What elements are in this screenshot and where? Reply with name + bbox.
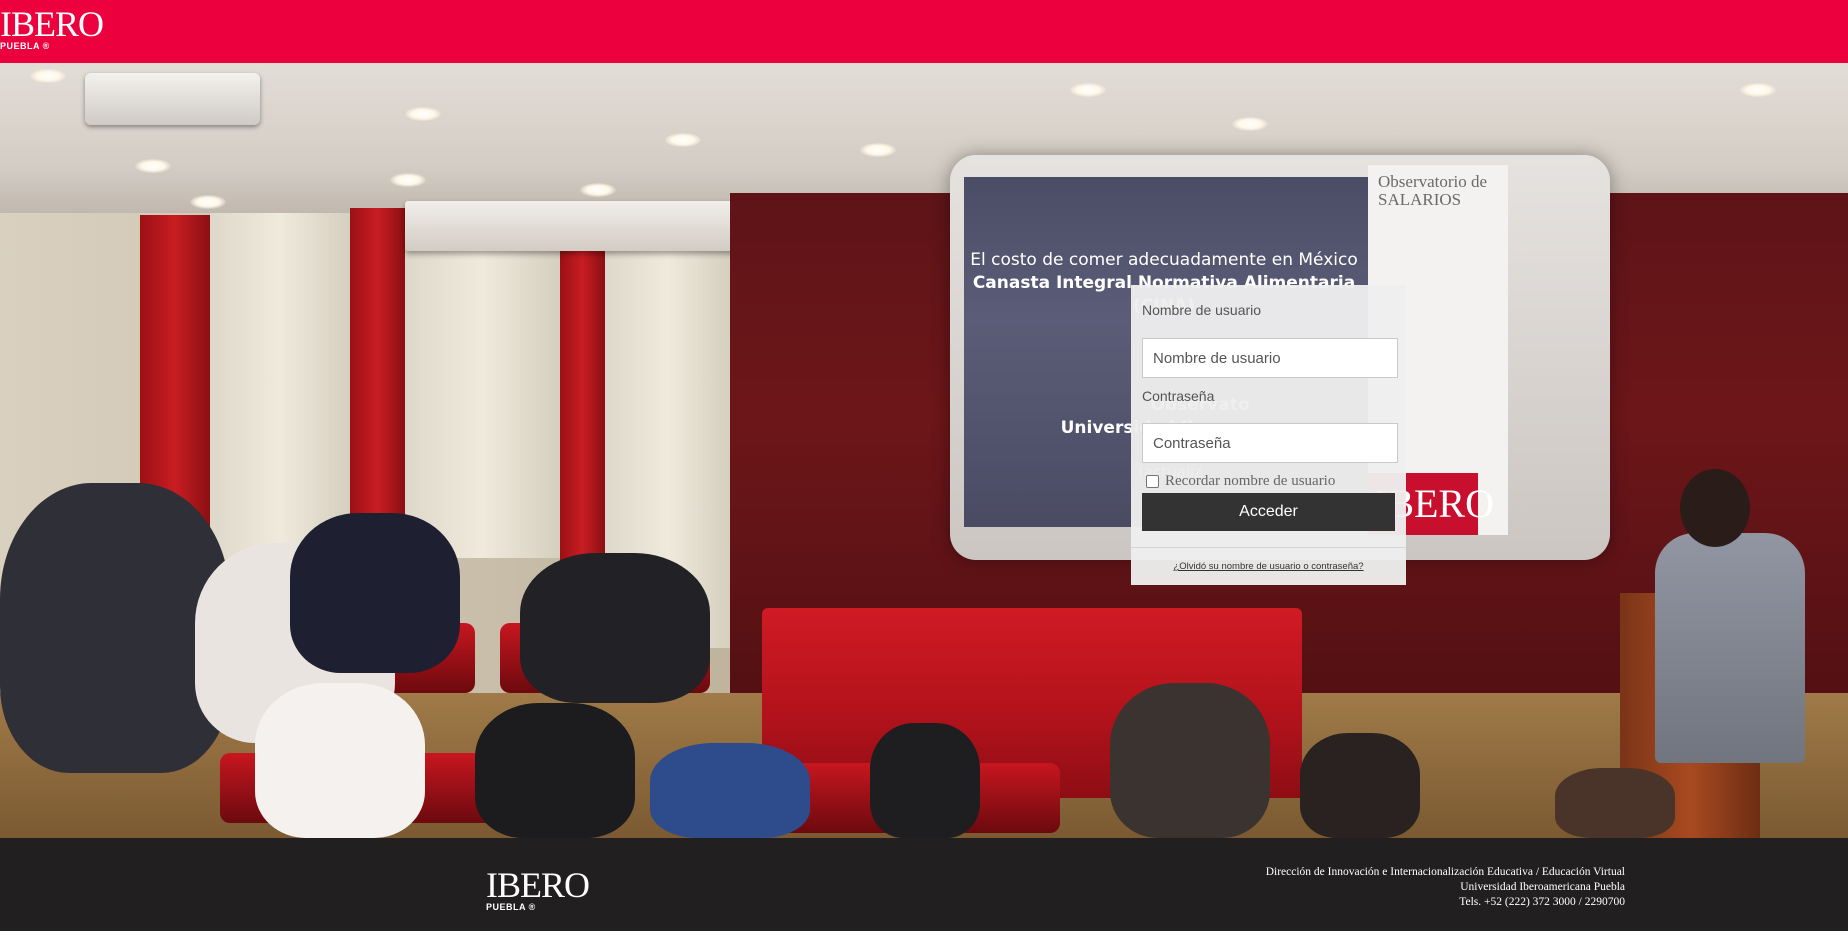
login-button[interactable]: Acceder xyxy=(1142,493,1395,531)
ceiling-light xyxy=(580,183,616,197)
audience-person xyxy=(870,723,980,838)
audience-person xyxy=(1300,733,1420,838)
audience-person xyxy=(520,553,710,703)
audience-person xyxy=(650,743,810,838)
login-form: Nombre de usuario Contraseña Recordar no… xyxy=(1131,285,1406,585)
ceiling-light xyxy=(190,195,226,209)
remember-label: Recordar nombre de usuario xyxy=(1165,473,1336,489)
background-photo: Observatorio de SALARIOS El costo de com… xyxy=(0,63,1848,838)
ibero-logo[interactable]: IBERO PUEBLA ® xyxy=(0,4,104,51)
slide-line: El costo de comer adecuadamente en Méxic… xyxy=(970,250,1358,270)
footer: IBERO PUEBLA ® Dirección de Innovación e… xyxy=(0,838,1848,931)
forgot-credentials-link[interactable]: ¿Olvidó su nombre de usuario o contraseñ… xyxy=(1131,561,1406,572)
ceiling-light xyxy=(860,143,896,157)
speaker xyxy=(1655,533,1805,763)
ceiling-light xyxy=(390,173,426,187)
audience-person xyxy=(255,683,425,838)
air-conditioner xyxy=(405,201,750,251)
ceiling-light xyxy=(1232,117,1268,131)
footer-ibero-logo[interactable]: IBERO PUEBLA ® xyxy=(486,865,590,912)
footer-university: Universidad Iberoamericana Puebla xyxy=(1460,881,1625,893)
curtain xyxy=(405,228,560,558)
ceiling-light xyxy=(1070,83,1106,97)
audience-person xyxy=(1555,768,1675,838)
audience-person xyxy=(1110,683,1270,838)
footer-phones: Tels. +52 (222) 372 3000 / 2290700 xyxy=(1459,896,1625,908)
audience-person xyxy=(475,703,635,838)
ceiling-light xyxy=(405,107,441,121)
username-label: Nombre de usuario xyxy=(1142,302,1262,318)
ceiling-light xyxy=(1740,83,1776,97)
footer-logo-word: IBERO xyxy=(486,865,590,905)
ceiling-light xyxy=(135,159,171,173)
footer-contact-info: Dirección de Innovación e Internacionali… xyxy=(1266,865,1625,910)
audience-person xyxy=(290,513,460,673)
top-header-bar: IBERO PUEBLA ® xyxy=(0,0,1848,63)
observatorio-logo: Observatorio de SALARIOS xyxy=(1378,172,1488,209)
remember-checkbox[interactable] xyxy=(1146,475,1159,488)
logo-word: IBERO xyxy=(0,4,104,44)
username-input[interactable] xyxy=(1142,338,1398,378)
projector xyxy=(85,73,260,125)
speaker-head xyxy=(1680,469,1750,547)
password-label: Contraseña xyxy=(1142,388,1215,404)
red-pillar xyxy=(560,228,605,578)
password-input[interactable] xyxy=(1142,423,1398,463)
ceiling-light xyxy=(665,133,701,147)
login-divider xyxy=(1131,547,1406,548)
footer-department: Dirección de Innovación e Internacionali… xyxy=(1265,866,1625,878)
ceiling-light xyxy=(30,69,66,83)
remember-username[interactable]: Recordar nombre de usuario xyxy=(1146,473,1335,490)
